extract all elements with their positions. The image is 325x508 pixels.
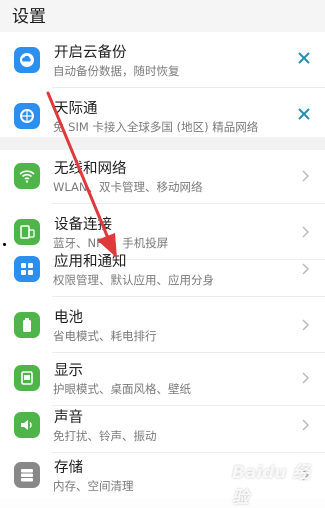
settings-item-label: 存储: [54, 460, 83, 476]
settings-item-label: 电池: [54, 310, 83, 326]
settings-item-battery[interactable]: 电池 省电模式、耗电排行: [0, 297, 325, 353]
top-bar: 设置: [0, 0, 325, 32]
settings-item-subtitle: 内存、空间清理: [53, 479, 134, 493]
display-icon: [14, 365, 40, 391]
cloud-backup-title: 开启云备份: [54, 45, 127, 61]
cloud-backup-row[interactable]: 开启云备份 自动备份数据，随时恢复: [0, 32, 325, 88]
settings-item-subtitle: 护眼模式、桌面风格、壁纸: [53, 382, 191, 396]
settings-item-subtitle: 权限管理、默认应用、应用分身: [53, 273, 214, 287]
chevron-right-icon: [302, 419, 310, 431]
chevron-right-icon: [302, 263, 310, 275]
cloud-section: 开启云备份 自动备份数据，随时恢复 天际通 免 SIM 卡接入全球多国 (地区)…: [0, 32, 325, 144]
page-title: 设置: [12, 7, 46, 27]
cloud-backup-icon: [14, 47, 40, 73]
settings-item-subtitle: 省电模式、耗电排行: [53, 329, 157, 343]
settings-item-subtitle: WLAN、双卡管理、移动网络: [53, 180, 203, 194]
apps-icon: [14, 256, 40, 282]
cloud-backup-subtitle: 自动备份数据，随时恢复: [53, 64, 180, 78]
skytone-icon: [14, 103, 40, 129]
chevron-right-icon: [302, 226, 310, 238]
skytone-row[interactable]: 天际通 免 SIM 卡接入全球多国 (地区) 精品网络: [0, 88, 325, 144]
settings-list: 无线和网络 WLAN、双卡管理、移动网络 设备连接 蓝牙、NFC、手机投屏 应用…: [0, 150, 325, 499]
settings-item-label: 无线和网络: [54, 161, 127, 177]
chevron-right-icon: [302, 319, 310, 331]
watermark: Baidu 经验: [232, 463, 310, 508]
settings-item-label: 声音: [54, 410, 83, 426]
skytone-subtitle: 免 SIM 卡接入全球多国 (地区) 精品网络: [53, 120, 259, 134]
close-icon[interactable]: [296, 50, 312, 66]
settings-item-wireless[interactable]: 无线和网络 WLAN、双卡管理、移动网络: [0, 148, 325, 204]
settings-item-label: 显示: [54, 363, 83, 379]
skytone-title: 天际通: [54, 101, 98, 117]
settings-item-label: 设备连接: [54, 217, 112, 233]
storage-icon: [14, 462, 40, 488]
stray-dot: [3, 243, 6, 246]
settings-item-label: 应用和通知: [54, 254, 127, 270]
battery-icon: [14, 312, 40, 338]
settings-item-sound[interactable]: 声音 免打扰、铃声、振动: [0, 397, 325, 453]
chevron-right-icon: [302, 372, 310, 384]
close-icon[interactable]: [296, 106, 312, 122]
sound-icon: [14, 412, 40, 438]
settings-item-apps[interactable]: 应用和通知 权限管理、默认应用、应用分身: [0, 241, 325, 297]
chevron-right-icon: [302, 170, 310, 182]
settings-item-subtitle: 免打扰、铃声、振动: [53, 429, 157, 443]
wifi-icon: [14, 163, 40, 189]
